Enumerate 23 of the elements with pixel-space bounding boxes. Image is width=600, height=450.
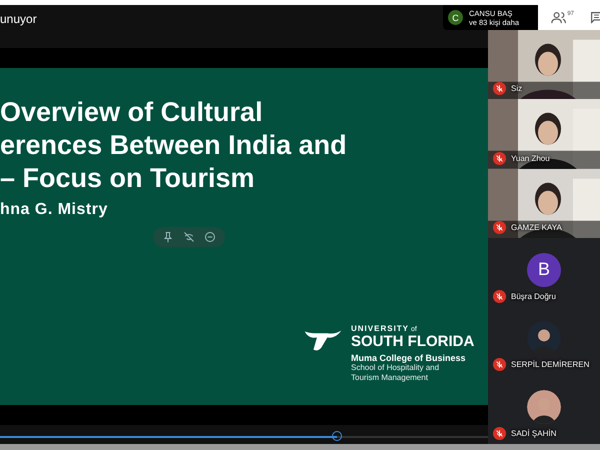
logo-university-text: UNIVERSITY	[351, 324, 410, 333]
minimize-icon[interactable]	[204, 231, 216, 243]
participant-name: GAMZE KAYA	[511, 223, 562, 232]
presentation-title: unuyor	[0, 12, 37, 26]
progress-handle[interactable]	[332, 431, 342, 441]
logo-name-text: SOUTH FLORIDA	[351, 333, 474, 351]
participant-name: SERPİL DEMİREREN	[511, 360, 590, 370]
participant-name: Yuan Zhou	[511, 154, 550, 163]
slide-author: hna G. Mistry	[0, 201, 109, 219]
slide-title-line: erences Between India and	[0, 129, 348, 162]
avatar-letter: B	[538, 259, 550, 280]
slide-title-line: – Focus on Tourism	[0, 162, 256, 195]
chat-icon[interactable]	[590, 10, 600, 24]
participant-name: SADİ ŞAHİN	[511, 428, 556, 438]
college-name: Muma College of Business	[351, 353, 467, 363]
school-name-line: School of Hospitality and	[351, 363, 440, 373]
slide-title-line: Overview of Cultural	[0, 96, 264, 129]
participant-name: Büşra Doğru	[511, 292, 556, 301]
school-name-line: Tourism Management	[351, 373, 429, 383]
pin-icon[interactable]	[162, 231, 174, 243]
hide-icon[interactable]	[182, 231, 195, 243]
participant-name: Siz	[511, 84, 522, 94]
avatar-initial: C	[448, 10, 463, 25]
